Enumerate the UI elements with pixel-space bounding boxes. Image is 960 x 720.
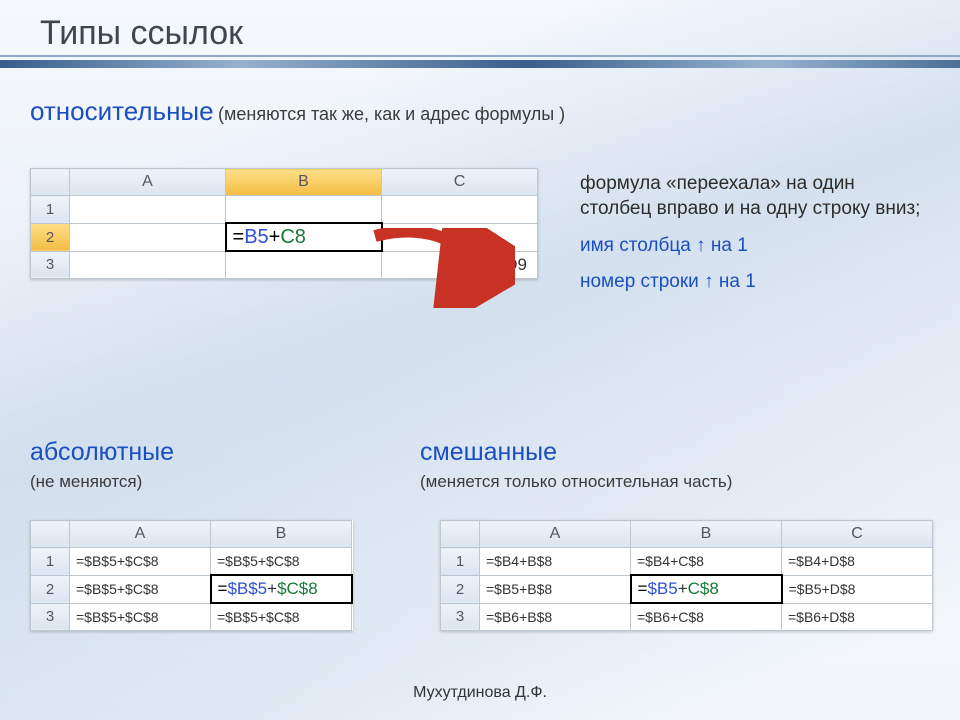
col-header: A [480, 521, 631, 548]
cell: =$B6+B$8 [480, 603, 631, 631]
grid-corner [441, 521, 480, 548]
col-header: A [70, 169, 226, 196]
row-header: 2 [31, 223, 70, 251]
heading-absolute: абсолютные [30, 438, 174, 467]
slide: Типы ссылок относительные (меняются так … [0, 0, 960, 720]
grid-relative: A B C 1 2 =B5+C8 3 =C6+D9 [30, 168, 538, 279]
cell [226, 251, 382, 279]
note-col: имя столбца ↑ на 1 [580, 235, 930, 257]
selected-cell: =B5+C8 [226, 223, 382, 251]
cell: =$B$5+$C$8 [70, 603, 211, 631]
col-header: C [782, 521, 933, 548]
selected-cell: =$B5+C$8 [631, 575, 782, 603]
heading-mixed: смешанные [420, 438, 557, 467]
cell [70, 223, 226, 251]
cell [70, 251, 226, 279]
cell: =$B$5+$C$8 [70, 548, 211, 576]
grid-mixed: A B C 1=$B4+B$8=$B4+C$8=$B4+D$8 2 =$B5+B… [440, 520, 933, 631]
cell: =$B4+D$8 [782, 548, 933, 576]
grid-absolute: A B 1=$B$5+$C$8=$B$5+$C$8 2 =$B$5+$C$8 =… [30, 520, 353, 631]
row-header: 2 [441, 575, 480, 603]
col-header: B [211, 521, 352, 548]
cell [70, 196, 226, 224]
cell: =$B6+D$8 [782, 603, 933, 631]
cell: =$B$5+$C$8 [70, 575, 211, 603]
row-header: 3 [31, 251, 70, 279]
grid-corner [31, 521, 70, 548]
cell: =$B5+D$8 [782, 575, 933, 603]
subtitle-relative: (меняются так же, как и адрес формулы ) [218, 104, 565, 124]
subtitle-mixed: (меняется только относительная часть) [420, 472, 732, 492]
author: Мухутдинова Д.Ф. [0, 684, 960, 702]
selected-cell: =$B$5+$C$8 [211, 575, 352, 603]
row-header: 2 [31, 575, 70, 603]
row-header: 1 [441, 548, 480, 576]
cell: =$B$5+$C$8 [211, 603, 352, 631]
col-header: B [226, 169, 382, 196]
title-band [0, 60, 960, 68]
cell: =$B4+B$8 [480, 548, 631, 576]
header-rule [0, 55, 960, 57]
row-header: 3 [31, 603, 70, 631]
col-header: B [631, 521, 782, 548]
relative-notes: формула «переехала» на один столбец впра… [580, 168, 930, 297]
cell-moved-formula: =C6+D9 [382, 251, 538, 279]
cell [226, 196, 382, 224]
row-header: 1 [31, 548, 70, 576]
cell [382, 223, 538, 251]
col-header: A [70, 521, 211, 548]
subtitle-absolute: (не меняются) [30, 472, 142, 492]
cell [382, 196, 538, 224]
row-header: 3 [441, 603, 480, 631]
heading-relative: относительные [30, 96, 214, 126]
cell: =$B5+B$8 [480, 575, 631, 603]
slide-title: Типы ссылок [40, 14, 243, 53]
grid-corner [31, 169, 70, 196]
cell: =$B4+C$8 [631, 548, 782, 576]
section-relative: относительные (меняются так же, как и ад… [30, 96, 930, 127]
note-row: номер строки ↑ на 1 [580, 271, 930, 293]
col-header: C [382, 169, 538, 196]
row-header: 1 [31, 196, 70, 224]
note-move: формула «переехала» на один столбец впра… [580, 172, 930, 221]
cell: =$B$5+$C$8 [211, 548, 352, 576]
cell: =$B6+C$8 [631, 603, 782, 631]
